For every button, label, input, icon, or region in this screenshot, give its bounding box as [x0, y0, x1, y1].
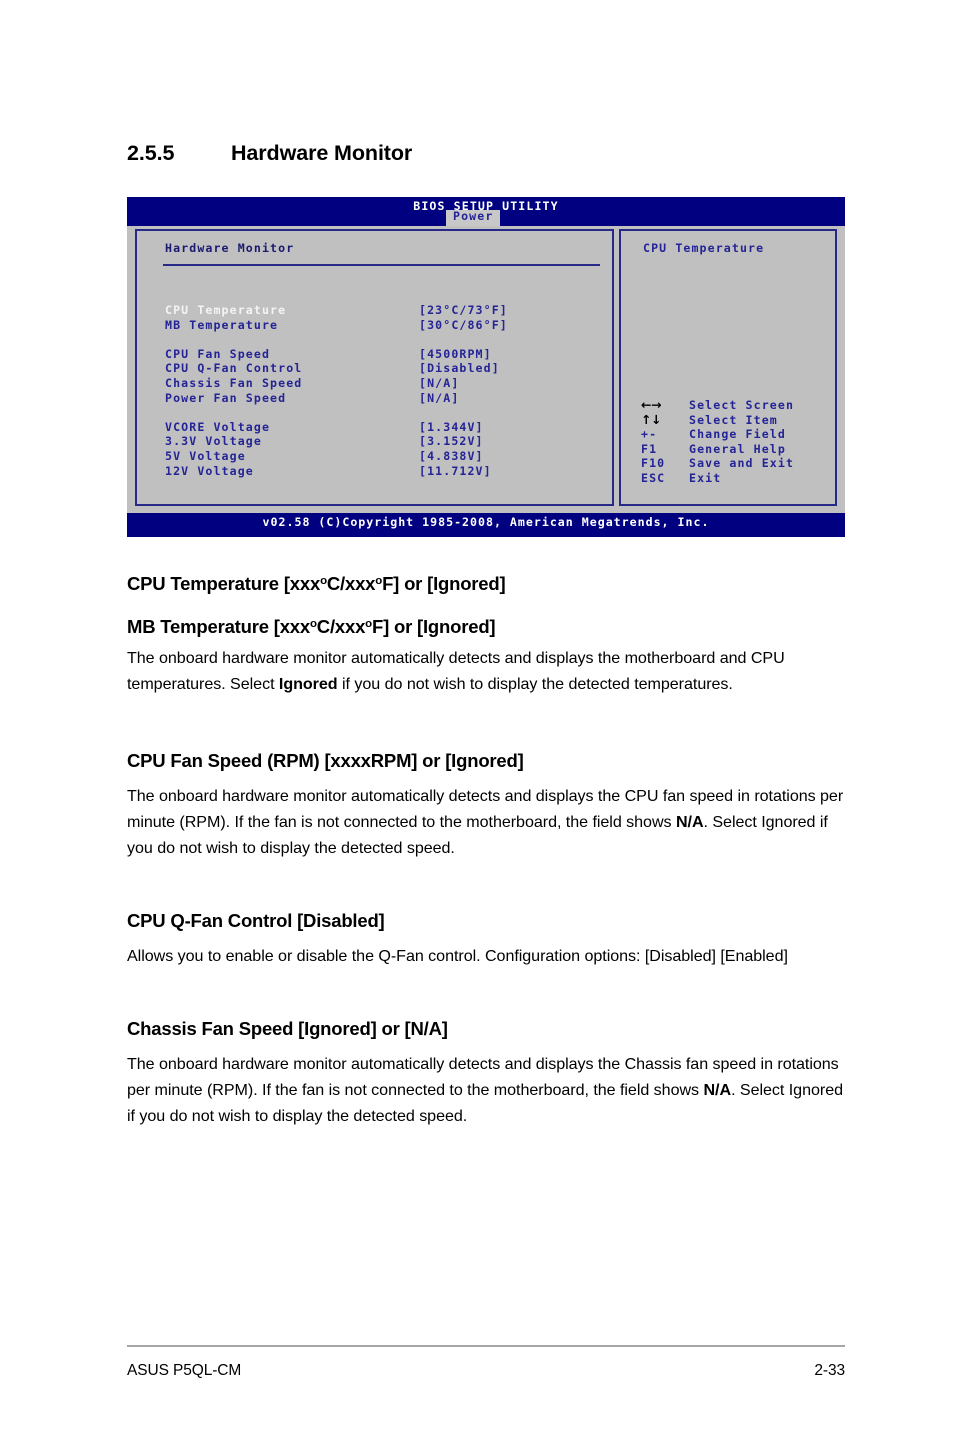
bios-setting-value: [4500RPM]	[419, 346, 492, 361]
bios-setting-label: CPU Q-Fan Control	[165, 361, 303, 376]
bios-copyright: v02.58 (C)Copyright 1985-2008, American …	[262, 515, 710, 529]
bios-setting-value: [1.344V]	[419, 419, 484, 434]
bios-setting-label: Chassis Fan Speed	[165, 375, 303, 390]
bios-setting-value: [N/A]	[419, 375, 460, 390]
heading-mb-temperature-part1: MB Temperature [xxx	[127, 616, 310, 637]
bios-setting-label: 3.3V Voltage	[165, 434, 262, 449]
heading-cpu-fan-speed: CPU Fan Speed (RPM) [xxxxRPM] or [Ignore…	[127, 750, 524, 771]
bios-setup-screenshot: BIOS SETUP UTILITY Power Hardware Monito…	[127, 197, 845, 537]
bios-key-description: General Help	[689, 441, 786, 456]
bios-setting-label: 12V Voltage	[165, 463, 254, 478]
footer-page-number: 2-33	[814, 1362, 845, 1379]
bios-setting-label: 5V Voltage	[165, 448, 246, 463]
degree-symbol: o	[365, 618, 372, 631]
bios-key-label: +-	[641, 427, 658, 442]
bios-key-label: ESC	[641, 470, 666, 485]
heading-cpu-temperature-part3: F] or [Ignored]	[382, 573, 506, 594]
degree-symbol: o	[309, 618, 317, 631]
arrow-keys-icon: ↑↓	[641, 411, 661, 427]
heading-mb-temperature: MB Temperature [xxxoC/xxxoF] or [Ignored…	[127, 616, 496, 638]
bios-setting-value: [23°C/73°F]	[419, 303, 508, 317]
manual-page: 2.5.5 Hardware Monitor BIOS SETUP UTILITY…	[0, 0, 954, 1438]
paragraph-temperature-emphasis: Ignored	[278, 674, 338, 693]
arrow-keys-icon: ←→	[641, 397, 661, 412]
bios-setting-label: CPU Fan Speed	[165, 346, 271, 361]
paragraph-chassis-fan-speed: The onboard hardware monitor automatical…	[127, 1052, 847, 1129]
bios-key-description: Select Screen	[689, 398, 795, 412]
bios-setting-row[interactable]: MB Temperature [30°C/86°F]	[165, 317, 605, 349]
bios-key-description: Exit	[689, 470, 722, 485]
bios-setting-label: MB Temperature	[165, 317, 279, 332]
bios-body: Hardware Monitor CPU Temperature [23°C/73…	[127, 226, 845, 513]
bios-settings-panel: Hardware Monitor CPU Temperature [23°C/73…	[135, 229, 614, 506]
bios-tab-power[interactable]: Power	[446, 210, 501, 226]
section-heading: 2.5.5 Hardware Monitor	[127, 141, 412, 166]
bios-setting-value: [4.838V]	[419, 448, 484, 463]
footer-product-name: ASUS P5QL-CM	[127, 1362, 242, 1379]
bios-setting-label: Power Fan Speed	[165, 390, 287, 405]
heading-cpu-temperature: CPU Temperature [xxxoC/xxxoF] or [Ignore…	[127, 573, 506, 595]
bios-setting-label: CPU Temperature	[165, 303, 287, 317]
bios-setting-value: [3.152V]	[419, 434, 484, 449]
bios-footer-bar: v02.58 (C)Copyright 1985-2008, American …	[127, 513, 845, 537]
bios-panel-divider	[163, 264, 600, 266]
paragraph-cpu-fan-speed: The onboard hardware monitor automatical…	[127, 784, 847, 861]
bios-help-title: CPU Temperature	[643, 241, 765, 255]
bios-setting-value: [11.712V]	[419, 463, 492, 478]
footer-divider	[127, 1345, 845, 1347]
bios-key-legend-row: ESC Exit	[641, 470, 837, 488]
paragraph-cpu-qfan-control: Allows you to enable or disable the Q-Fa…	[127, 947, 788, 965]
bios-key-description: Save and Exit	[689, 456, 795, 471]
bios-key-description: Select Item	[689, 412, 778, 427]
bios-help-panel: CPU Temperature ←→ Select Screen ↑↓ Select …	[619, 229, 837, 506]
bios-key-legend-row: F10 Save and Exit	[641, 458, 837, 473]
paragraph-temperature: The onboard hardware monitor automatical…	[127, 646, 847, 698]
heading-chassis-fan-speed: Chassis Fan Speed [Ignored] or [N/A]	[127, 1018, 448, 1039]
bios-setting-value: [Disabled]	[419, 361, 500, 376]
paragraph-temperature-text2: if you do not wish to display the detect…	[337, 674, 733, 693]
degree-symbol: o	[320, 575, 327, 588]
paragraph-chassis-emphasis: N/A	[703, 1080, 732, 1099]
bios-settings-list: CPU Temperature [23°C/73°F] MB Temperature…	[165, 303, 605, 481]
bios-key-legend: ←→ Select Screen ↑↓ Select Item +- Change Fie…	[641, 397, 837, 488]
bios-key-description: Change Field	[689, 427, 786, 442]
bios-setting-label: VCORE Voltage	[165, 419, 271, 434]
heading-cpu-temperature-part2: C/xxx	[326, 573, 376, 594]
section-number: 2.5.5	[127, 141, 175, 165]
bios-panel-title: Hardware Monitor	[165, 241, 295, 255]
bios-setting-value: [30°C/86°F]	[419, 317, 508, 332]
bios-setting-row[interactable]: Power Fan Speed [N/A]	[165, 390, 605, 422]
section-title: Hardware Monitor	[231, 141, 413, 165]
bios-key-label: F10	[641, 456, 666, 471]
heading-cpu-temperature-part1: CPU Temperature [xxx	[127, 573, 321, 594]
heading-cpu-qfan-control: CPU Q-Fan Control [Disabled]	[127, 910, 385, 931]
bios-key-label: F1	[641, 441, 658, 456]
heading-mb-temperature-part2: C/xxx	[316, 616, 366, 637]
heading-mb-temperature-part3: F] or [Ignored]	[371, 616, 496, 637]
bios-setting-row[interactable]: 12V Voltage [11.712V]	[165, 463, 605, 481]
paragraph-cpu-fan-emphasis: N/A	[675, 812, 704, 831]
bios-setting-value: [N/A]	[419, 390, 460, 405]
